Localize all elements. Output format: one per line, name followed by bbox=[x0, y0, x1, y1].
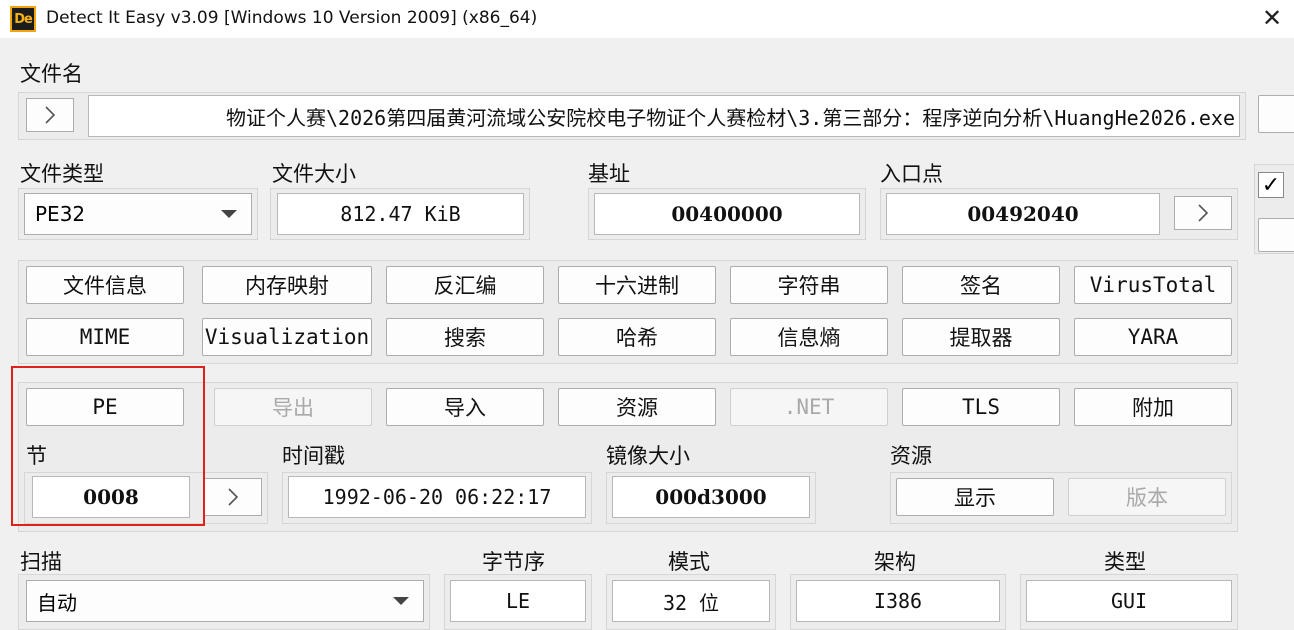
file-path-text: 物证个人赛\2026第四届黄河流域公安院校电子物证个人赛检材\3.第三部分：程序… bbox=[226, 105, 1235, 130]
architecture-label: 架构 bbox=[874, 550, 916, 574]
yara-button[interactable]: YARA bbox=[1074, 318, 1232, 356]
scan-label: 扫描 bbox=[20, 550, 62, 574]
file-size-field: 812.47 KiB bbox=[277, 193, 524, 235]
file-menu-button[interactable] bbox=[26, 98, 74, 132]
hash-button[interactable]: 哈希 bbox=[558, 318, 716, 356]
side-cut-button[interactable]: 分 bbox=[1258, 218, 1294, 252]
chevron-right-icon bbox=[228, 488, 239, 506]
endianness-field: LE bbox=[450, 580, 586, 622]
file-type-select[interactable]: PE32 bbox=[24, 193, 252, 235]
scan-mode-value: 自动 bbox=[37, 590, 77, 615]
bits-field: 32 位 bbox=[612, 580, 770, 622]
die-app-icon: De bbox=[10, 6, 36, 32]
highlight-box bbox=[11, 366, 205, 526]
window-title: Detect It Easy v3.09 [Windows 10 Version… bbox=[46, 8, 538, 28]
mode-label: 模式 bbox=[668, 550, 710, 574]
chevron-right-icon bbox=[45, 106, 56, 124]
entry-point-field: 00492040 bbox=[886, 193, 1160, 235]
image-size-field: 000d3000 bbox=[612, 476, 810, 518]
scan-mode-select[interactable]: 自动 bbox=[26, 580, 424, 622]
disassembly-button[interactable]: 反汇编 bbox=[386, 266, 544, 304]
exports-button[interactable]: 导出 bbox=[214, 388, 372, 426]
entropy-button[interactable]: 信息熵 bbox=[730, 318, 888, 356]
sections-details-button[interactable] bbox=[204, 478, 262, 516]
resources-button[interactable]: 资源 bbox=[558, 388, 716, 426]
type-field: GUI bbox=[1026, 580, 1232, 622]
file-type-value: PE32 bbox=[35, 202, 86, 226]
memory-map-button[interactable]: 内存映射 bbox=[202, 266, 372, 304]
strings-button[interactable]: 字符串 bbox=[730, 266, 888, 304]
imports-button[interactable]: 导入 bbox=[386, 388, 544, 426]
dotnet-button[interactable]: .NET bbox=[730, 388, 888, 426]
overlay-button[interactable]: 附加 bbox=[1074, 388, 1232, 426]
chevron-down-icon bbox=[393, 597, 409, 605]
architecture-field: I386 bbox=[796, 580, 1000, 622]
file-type-label: 文件类型 bbox=[20, 162, 104, 186]
timestamp-field: 1992-06-20 06:22:17 bbox=[288, 476, 586, 518]
entry-point-label: 入口点 bbox=[880, 162, 943, 186]
file-path-field[interactable]: 物证个人赛\2026第四届黄河流域公安院校电子物证个人赛检材\3.第三部分：程序… bbox=[88, 95, 1240, 137]
mime-button[interactable]: MIME bbox=[26, 318, 184, 356]
visualization-button[interactable]: Visualization bbox=[202, 318, 372, 356]
endianness-label: 字节序 bbox=[482, 550, 545, 574]
extractor-button[interactable]: 提取器 bbox=[902, 318, 1060, 356]
image-size-label: 镜像大小 bbox=[606, 444, 690, 468]
chevron-right-icon bbox=[1198, 204, 1209, 222]
hex-button[interactable]: 十六进制 bbox=[558, 266, 716, 304]
file-name-label: 文件名 bbox=[20, 62, 83, 86]
file-size-label: 文件大小 bbox=[272, 162, 356, 186]
resources-label: 资源 bbox=[890, 444, 932, 468]
tls-button[interactable]: TLS bbox=[902, 388, 1060, 426]
recursive-scan-checkbox[interactable]: ✓ bbox=[1258, 172, 1284, 198]
file-info-button[interactable]: 文件信息 bbox=[26, 266, 184, 304]
base-address-field: 00400000 bbox=[594, 193, 860, 235]
resources-version-button[interactable]: 版本 bbox=[1068, 478, 1226, 516]
entry-point-disasm-button[interactable] bbox=[1174, 196, 1232, 230]
signatures-button[interactable]: 签名 bbox=[902, 266, 1060, 304]
search-button[interactable]: 搜索 bbox=[386, 318, 544, 356]
chevron-down-icon bbox=[221, 210, 237, 218]
virustotal-button[interactable]: VirusTotal bbox=[1074, 266, 1232, 304]
resources-show-button[interactable]: 显示 bbox=[896, 478, 1054, 516]
timestamp-label: 时间戳 bbox=[282, 444, 345, 468]
base-address-label: 基址 bbox=[588, 162, 630, 186]
open-file-button[interactable] bbox=[1258, 95, 1294, 133]
type-label: 类型 bbox=[1104, 550, 1146, 574]
close-icon[interactable]: ✕ bbox=[1262, 4, 1282, 32]
